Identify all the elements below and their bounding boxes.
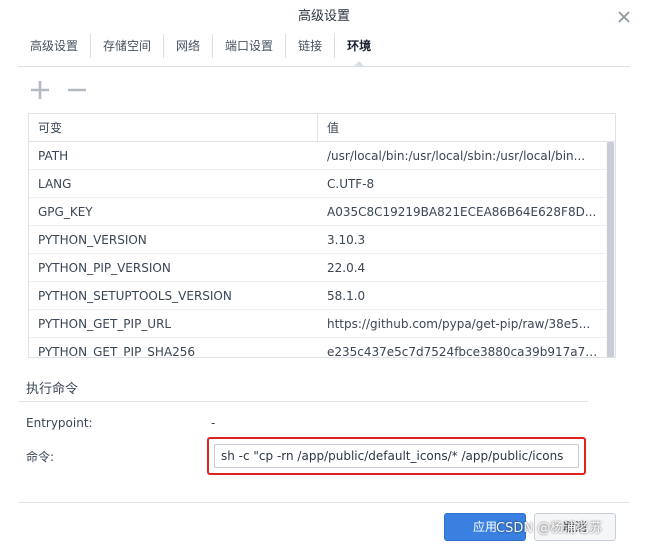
table-row[interactable]: PYTHON_SETUPTOOLS_VERSION 58.1.0	[29, 282, 615, 310]
tab-ports[interactable]: 端口设置	[213, 34, 287, 58]
table-row[interactable]: LANG C.UTF-8	[29, 170, 615, 198]
footer-divider	[18, 502, 630, 503]
apply-button[interactable]: 应用	[444, 513, 526, 541]
close-icon[interactable]	[616, 9, 632, 25]
env-name: PYTHON_VERSION	[38, 233, 147, 247]
env-value: /usr/local/bin:/usr/local/sbin:/usr/loca…	[327, 149, 586, 163]
env-name: PATH	[38, 149, 69, 163]
command-input[interactable]: sh -c "cp -rn /app/public/default_icons/…	[214, 444, 579, 468]
scrollbar-thumb[interactable]	[607, 142, 614, 357]
environment-table: 可变 值 PATH /usr/local/bin:/usr/local/sbin…	[28, 113, 616, 358]
tab-advanced[interactable]: 高级设置	[18, 34, 92, 58]
cancel-button[interactable]: 取消	[534, 513, 616, 541]
header-variable[interactable]: 可变	[29, 114, 318, 141]
env-value: 3.10.3	[327, 233, 366, 247]
plus-icon[interactable]	[28, 78, 52, 102]
section-title: 执行命令	[26, 382, 79, 397]
section-divider	[18, 401, 588, 402]
command-label: 命令:	[26, 450, 55, 464]
env-value: 22.0.4	[327, 261, 366, 275]
env-name: PYTHON_GET_PIP_SHA256	[38, 345, 196, 358]
table-row[interactable]: PYTHON_GET_PIP_SHA256 e235c437e5c7d7524f…	[29, 338, 615, 358]
header-value[interactable]: 值	[318, 114, 600, 141]
tab-network[interactable]: 网络	[164, 34, 214, 58]
env-name: GPG_KEY	[38, 205, 93, 219]
env-name: PYTHON_SETUPTOOLS_VERSION	[38, 289, 232, 303]
env-value: https://github.com/pypa/get-pip/raw/38e5…	[327, 317, 591, 331]
tab-links[interactable]: 链接	[286, 34, 336, 58]
env-name: PYTHON_GET_PIP_URL	[38, 317, 172, 331]
env-value: A035C8C19219BA821ECEA86B64E628F8D...	[327, 205, 597, 219]
entrypoint-label: Entrypoint:	[26, 416, 93, 430]
env-value: e235c437e5c7d7524fbce3880ca39b917a73...	[327, 345, 600, 358]
tab-environment[interactable]: 环境	[335, 34, 383, 67]
command-highlight: sh -c "cp -rn /app/public/default_icons/…	[207, 437, 586, 475]
table-row[interactable]: PATH /usr/local/bin:/usr/local/sbin:/usr…	[29, 142, 615, 170]
minus-icon[interactable]	[65, 78, 89, 102]
env-name: LANG	[38, 177, 72, 191]
entrypoint-value: -	[211, 416, 216, 430]
env-name: PYTHON_PIP_VERSION	[38, 261, 171, 275]
table-row[interactable]: PYTHON_PIP_VERSION 22.0.4	[29, 254, 615, 282]
table-row[interactable]: PYTHON_VERSION 3.10.3	[29, 226, 615, 254]
tab-bar: 高级设置 存储空间 网络 端口设置 链接 环境	[18, 34, 383, 67]
table-row[interactable]: PYTHON_GET_PIP_URL https://github.com/py…	[29, 310, 615, 338]
tab-divider	[18, 66, 630, 67]
table-scrollbar[interactable]	[606, 142, 615, 357]
env-value: 58.1.0	[327, 289, 366, 303]
env-value: C.UTF-8	[327, 177, 375, 191]
dialog-title: 高级设置	[297, 9, 350, 24]
table-row[interactable]: GPG_KEY A035C8C19219BA821ECEA86B64E628F8…	[29, 198, 615, 226]
table-header: 可变 值	[29, 114, 615, 142]
tab-storage[interactable]: 存储空间	[91, 34, 165, 58]
